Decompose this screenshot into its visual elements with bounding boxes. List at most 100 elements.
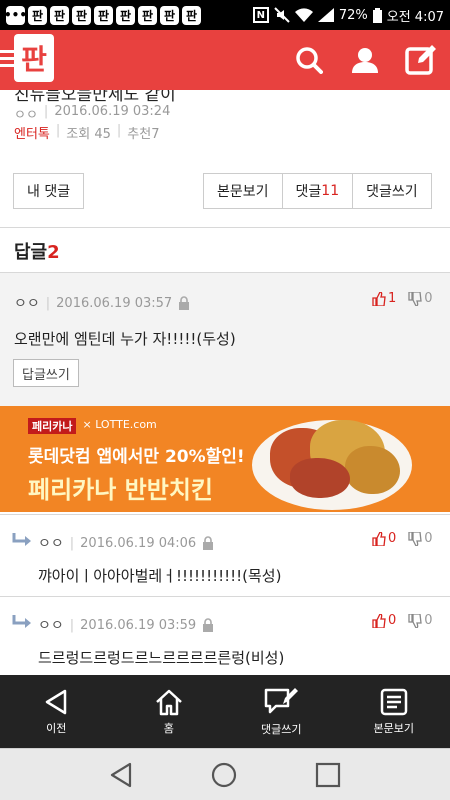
- pann-app-icon: 판: [138, 5, 157, 25]
- screen: ••• 판 판 판 판 판 판 판 판 N 72% 오전 4:07 판 친듀들오…: [0, 0, 450, 800]
- signal-icon: [317, 8, 334, 22]
- reply-text: 드르렁드르렁드르느르르르르른렁(비성): [38, 649, 285, 667]
- article-views: 조회 45: [66, 127, 111, 142]
- lock-icon: [203, 536, 214, 550]
- article-category[interactable]: 엔터톡: [14, 123, 50, 142]
- battery-icon: [372, 7, 382, 23]
- divider-bar: |: [69, 535, 75, 551]
- ad-banner[interactable]: 페리카나 × LOTTE.com 롯데닷컴 앱에서만 20%할인! 페리카나 반…: [0, 406, 450, 512]
- ad-brand: 페리카나 × LOTTE.com: [28, 418, 157, 434]
- pann-app-icon: 판: [50, 5, 69, 25]
- ad-brand-pericana: 페리카나: [28, 418, 77, 434]
- comments-tab[interactable]: 댓글 11: [282, 173, 354, 209]
- user-icon: [352, 48, 378, 73]
- search-icon: [296, 47, 323, 74]
- search-button[interactable]: [293, 44, 325, 76]
- divider-bar: |: [55, 123, 61, 138]
- comment-tabs: 본문보기 댓글 11 댓글쓰기: [203, 173, 432, 209]
- chicken-piece: [345, 446, 400, 494]
- thumbs-up-icon: [372, 613, 386, 628]
- reply-nick[interactable]: ㅇㅇ: [38, 615, 64, 635]
- reply-meta: ㅇㅇ | 2016.06.19 03:59: [38, 615, 214, 635]
- downvote-count: 0: [424, 291, 433, 306]
- back-arrow-icon: [46, 689, 67, 714]
- pann-app-icon: 판: [94, 5, 113, 25]
- chicken-piece: [290, 458, 350, 498]
- downvote-button[interactable]: 0: [408, 613, 433, 628]
- reply-arrow-icon: [12, 615, 31, 628]
- pann-app-icon: 판: [116, 5, 135, 25]
- replies-label: 답글: [14, 242, 48, 263]
- reply-date: 2016.06.19 03:59: [80, 617, 197, 633]
- upvote-button[interactable]: 1: [372, 291, 396, 306]
- comment-text: 오랜만에 엠틴데 누가 자!!!!!(두성): [14, 330, 236, 348]
- article-recommend: 추천7: [127, 127, 160, 142]
- lock-icon: [179, 296, 190, 310]
- pann-app-icon: 판: [182, 5, 201, 25]
- my-comment-group: 내 댓글: [13, 173, 85, 209]
- downvote-count: 0: [424, 531, 433, 546]
- system-back-icon[interactable]: [108, 761, 134, 789]
- pann-app-icon: 판: [72, 5, 91, 25]
- divider-bar: |: [116, 123, 122, 138]
- ad-product: 페리카나 반반치킨: [28, 476, 213, 504]
- downvote-button[interactable]: 0: [408, 531, 433, 546]
- clock: 오전 4:07: [386, 9, 444, 25]
- upvote-count: 0: [388, 613, 397, 628]
- reply-text: 꺄아이ㅣ아아아벌레ㅓ!!!!!!!!!!!(목성): [38, 567, 282, 585]
- upvote-count: 0: [388, 531, 397, 546]
- section-divider: [0, 227, 450, 228]
- divider-bar: |: [69, 617, 75, 633]
- write-comment-button[interactable]: 댓글쓰기: [353, 173, 432, 209]
- my-comments-button[interactable]: 내 댓글: [13, 173, 85, 209]
- comment-date: 2016.06.19 03:57: [56, 295, 173, 311]
- comment-page[interactable]: 친듀들오늘만세도 같이 ㅇㅇ | 2016.06.19 03:24 엔터톡 | …: [0, 90, 450, 675]
- thumbs-down-icon: [408, 291, 423, 306]
- view-post-button[interactable]: 본문보기: [203, 173, 283, 209]
- article-author: ㅇㅇ: [14, 108, 38, 123]
- home-label: 홈: [163, 721, 174, 735]
- write-post-button[interactable]: [405, 44, 437, 76]
- system-home-icon[interactable]: [210, 761, 238, 789]
- system-status: N 72% 오전 4:07: [252, 6, 444, 25]
- comments-count: 11: [321, 183, 340, 199]
- upvote-button[interactable]: 0: [372, 613, 396, 628]
- home-icon: [155, 689, 182, 715]
- prev-label: 이전: [46, 721, 67, 735]
- thumbs-down-icon: [408, 613, 423, 628]
- article-title[interactable]: 친듀들오늘만세도 같이: [14, 90, 176, 105]
- reply-meta: ㅇㅇ | 2016.06.19 04:06: [38, 533, 214, 553]
- app-logo[interactable]: 판: [14, 34, 54, 82]
- upvote-button[interactable]: 0: [372, 531, 396, 546]
- reply-nick[interactable]: ㅇㅇ: [38, 533, 64, 553]
- pann-app-icon: 판: [28, 5, 47, 25]
- ad-brand-lotte: × LOTTE.com: [82, 418, 157, 431]
- chat-app-icon: •••: [4, 5, 27, 25]
- reply-item: ㅇㅇ | 2016.06.19 03:59 0 0 드르렁드르렁드르느르르르르른…: [0, 596, 450, 675]
- system-navigation-bar: [0, 748, 450, 800]
- profile-button[interactable]: [349, 44, 381, 76]
- divider-bar: |: [45, 295, 51, 311]
- write-comment-nav-button[interactable]: 댓글쓰기: [225, 675, 338, 748]
- home-button[interactable]: 홈: [113, 675, 226, 748]
- replies-count: 2: [47, 242, 60, 263]
- reply-date: 2016.06.19 04:06: [80, 535, 197, 551]
- thumbs-down-icon: [408, 531, 423, 546]
- notification-icons: ••• 판 판 판 판 판 판 판 판: [4, 5, 201, 25]
- view-post-label: 본문보기: [373, 721, 414, 735]
- app-header: 판: [0, 30, 450, 90]
- write-comment-label: 댓글쓰기: [261, 722, 302, 736]
- ad-headline: 롯데닷컴 앱에서만 20%할인!: [28, 447, 245, 467]
- prev-button[interactable]: 이전: [0, 675, 113, 748]
- view-post-nav-button[interactable]: 본문보기: [338, 675, 450, 748]
- downvote-button[interactable]: 0: [408, 291, 433, 306]
- mute-icon: [274, 7, 290, 23]
- system-recents-icon[interactable]: [314, 761, 342, 789]
- thumbs-up-icon: [372, 291, 386, 306]
- write-reply-button[interactable]: 답글쓰기: [13, 359, 79, 387]
- comment-nick[interactable]: ㅇㅇ: [14, 293, 40, 313]
- document-icon: [380, 688, 407, 715]
- divider-bar: |: [43, 104, 49, 119]
- reply-item: ㅇㅇ | 2016.06.19 04:06 0 0 꺄아이ㅣ아아아벌레ㅓ!!!!…: [0, 514, 450, 596]
- article-stats: 엔터톡 | 조회 45 | 추천7: [14, 123, 159, 142]
